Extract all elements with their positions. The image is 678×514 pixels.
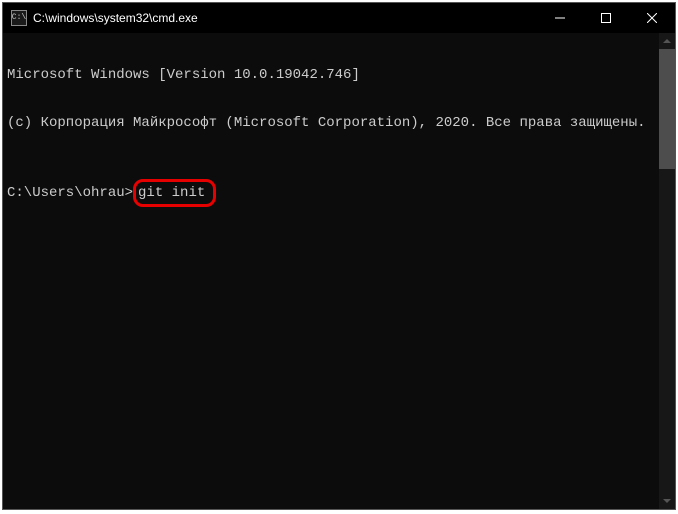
cmd-icon-text: C:\ — [12, 14, 26, 22]
maximize-button[interactable] — [583, 3, 629, 33]
console-body: Microsoft Windows [Version 10.0.19042.74… — [3, 33, 675, 509]
scroll-up-button[interactable] — [659, 33, 675, 49]
scroll-down-button[interactable] — [659, 493, 675, 509]
vertical-scrollbar[interactable] — [659, 33, 675, 509]
window-controls — [537, 3, 675, 33]
scrollbar-track[interactable] — [659, 49, 675, 493]
minimize-button[interactable] — [537, 3, 583, 33]
console-content[interactable]: Microsoft Windows [Version 10.0.19042.74… — [3, 33, 659, 509]
window-title: C:\windows\system32\cmd.exe — [33, 11, 537, 25]
cmd-window: C:\ C:\windows\system32\cmd.exe Microsof… — [2, 2, 676, 510]
close-button[interactable] — [629, 3, 675, 33]
console-prompt-line: C:\Users\ohrau> git init — [7, 179, 655, 207]
prompt-text: C:\Users\ohrau> — [7, 185, 133, 201]
command-highlight: git init — [133, 179, 216, 207]
command-text: git init — [138, 185, 205, 201]
console-line-version: Microsoft Windows [Version 10.0.19042.74… — [7, 67, 655, 83]
console-line-copyright: (c) Корпорация Майкрософт (Microsoft Cor… — [7, 115, 655, 131]
scrollbar-thumb[interactable] — [659, 49, 675, 169]
titlebar[interactable]: C:\ C:\windows\system32\cmd.exe — [3, 3, 675, 33]
cmd-icon: C:\ — [11, 10, 27, 26]
